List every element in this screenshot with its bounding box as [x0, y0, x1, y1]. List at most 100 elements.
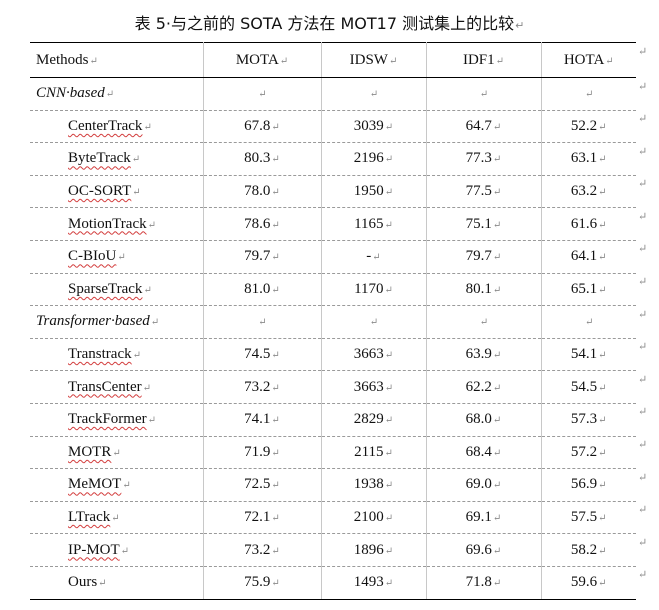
group-row: CNN·based↵ ↵ ↵ ↵ ↵ [30, 77, 636, 111]
table-row: MOTR↵ 71.9↵ 2115↵ 68.4↵ 57.2↵ [30, 436, 636, 470]
row-end-mark-icon: ↵ [638, 45, 648, 58]
comparison-table: Methods↵ MOTA↵ IDSW↵ IDF1↵ HOTA↵ CNN·bas… [30, 42, 636, 600]
empty-cell: ↵ [202, 77, 321, 111]
mota-value: 78.0↵ [202, 175, 321, 209]
table-row: ByteTrack↵ 80.3↵ 2196↵ 77.3↵ 63.1↵ [30, 142, 636, 176]
method-name: TrackFormer↵ [30, 403, 203, 437]
hota-value: 56.9↵ [540, 468, 636, 502]
method-name: ByteTrack↵ [30, 142, 203, 176]
table-row: MeMOT↵ 72.5↵ 1938↵ 69.0↵ 56.9↵ [30, 468, 636, 502]
method-name: C-BIoU↵ [30, 240, 203, 274]
row-end-mark-icon: ↵ [638, 276, 648, 289]
row-end-mark-icon: ↵ [638, 439, 648, 452]
idsw-value: 3039↵ [320, 110, 426, 144]
header-row: Methods↵ MOTA↵ IDSW↵ IDF1↵ HOTA↵ [30, 42, 636, 78]
table-row: SparseTrack↵ 81.0↵ 1170↵ 80.1↵ 65.1↵ [30, 273, 636, 307]
hota-value: 57.2↵ [540, 436, 636, 470]
caption-text: 表 5·与之前的 SOTA 方法在 MOT17 测试集上的比较 [134, 14, 515, 33]
idf1-value: 68.0↵ [425, 403, 541, 437]
table-row: TrackFormer↵ 74.1↵ 2829↵ 68.0↵ 57.3↵ [30, 403, 636, 437]
header-methods: Methods↵ [30, 42, 203, 78]
mota-value: 71.9↵ [202, 436, 321, 470]
idf1-value: 63.9↵ [425, 338, 541, 372]
idsw-value: 1170↵ [320, 273, 426, 307]
idf1-value: 62.2↵ [425, 370, 541, 404]
idsw-value: -↵ [320, 240, 426, 274]
idf1-value: 68.4↵ [425, 436, 541, 470]
table-row: Transtrack↵ 74.5↵ 3663↵ 63.9↵ 54.1↵ [30, 338, 636, 372]
empty-cell: ↵ [320, 77, 426, 111]
table-row: LTrack↵ 72.1↵ 2100↵ 69.1↵ 57.5↵ [30, 501, 636, 535]
idsw-value: 2196↵ [320, 142, 426, 176]
header-hota: HOTA↵ [540, 42, 636, 78]
idsw-value: 1493↵ [320, 566, 426, 600]
hota-value: 57.5↵ [540, 501, 636, 535]
idsw-value: 1938↵ [320, 468, 426, 502]
row-end-mark-icon: ↵ [638, 308, 648, 321]
hota-value: 63.1↵ [540, 142, 636, 176]
table-caption: 表 5·与之前的 SOTA 方法在 MOT17 测试集上的比较↵ [0, 10, 659, 34]
group-label: Transformer·based↵ [30, 305, 203, 339]
header-idsw: IDSW↵ [320, 42, 426, 78]
group-row: Transformer·based↵ ↵ ↵ ↵ ↵ [30, 305, 636, 339]
row-end-mark-icon: ↵ [638, 504, 648, 517]
row-end-mark-icon: ↵ [638, 113, 648, 126]
mota-value: 73.2↵ [202, 533, 321, 567]
mota-value: 79.7↵ [202, 240, 321, 274]
mota-value: 74.1↵ [202, 403, 321, 437]
idf1-value: 80.1↵ [425, 273, 541, 307]
row-end-mark-icon: ↵ [638, 243, 648, 256]
hota-value: 57.3↵ [540, 403, 636, 437]
table-row: TransCenter↵ 73.2↵ 3663↵ 62.2↵ 54.5↵ [30, 370, 636, 404]
row-end-mark-icon: ↵ [638, 341, 648, 354]
table-row: Ours↵ 75.9↵ 1493↵ 71.8↵ 59.6↵ [30, 566, 636, 600]
empty-cell: ↵ [202, 305, 321, 339]
mota-value: 72.5↵ [202, 468, 321, 502]
method-name: OC-SORT↵ [30, 175, 203, 209]
idsw-value: 2100↵ [320, 501, 426, 535]
method-name: CenterTrack↵ [30, 110, 203, 144]
hota-value: 61.6↵ [540, 207, 636, 241]
group-label: CNN·based↵ [30, 77, 203, 111]
idf1-value: 79.7↵ [425, 240, 541, 274]
method-name: LTrack↵ [30, 501, 203, 535]
method-name: TransCenter↵ [30, 370, 203, 404]
table-body: CNN·based↵ ↵ ↵ ↵ ↵ CenterTrack↵ 67.8↵ 3039↵ 64.7… [30, 77, 636, 600]
method-name: MotionTrack↵ [30, 207, 203, 241]
method-name: SparseTrack↵ [30, 273, 203, 307]
mota-value: 78.6↵ [202, 207, 321, 241]
row-end-mark-icon: ↵ [638, 145, 648, 158]
hota-value: 64.1↵ [540, 240, 636, 274]
method-name: MeMOT↵ [30, 468, 203, 502]
mota-value: 75.9↵ [202, 566, 321, 600]
table-row: IP-MOT↵ 73.2↵ 1896↵ 69.6↵ 58.2↵ [30, 533, 636, 567]
row-end-mark-icon: ↵ [638, 569, 648, 582]
header-idf1: IDF1↵ [425, 42, 541, 78]
empty-cell: ↵ [540, 305, 636, 339]
mota-value: 74.5↵ [202, 338, 321, 372]
method-name: IP-MOT↵ [30, 533, 203, 567]
paragraph-mark-icon: ↵ [515, 19, 525, 32]
row-end-mark-icon: ↵ [638, 80, 648, 93]
idf1-value: 77.3↵ [425, 142, 541, 176]
idf1-value: 77.5↵ [425, 175, 541, 209]
empty-cell: ↵ [425, 77, 541, 111]
table-row: OC-SORT↵ 78.0↵ 1950↵ 77.5↵ 63.2↵ [30, 175, 636, 209]
idsw-value: 3663↵ [320, 370, 426, 404]
row-end-mark-icon: ↵ [638, 178, 648, 191]
table-row: C-BIoU↵ 79.7↵ -↵ 79.7↵ 64.1↵ [30, 240, 636, 274]
row-end-mark-icon: ↵ [638, 210, 648, 223]
method-name: Transtrack↵ [30, 338, 203, 372]
row-end-mark-icon: ↵ [638, 373, 648, 386]
table-row: MotionTrack↵ 78.6↵ 1165↵ 75.1↵ 61.6↵ [30, 207, 636, 241]
idf1-value: 69.6↵ [425, 533, 541, 567]
table-row: CenterTrack↵ 67.8↵ 3039↵ 64.7↵ 52.2↵ [30, 110, 636, 144]
idsw-value: 2115↵ [320, 436, 426, 470]
hota-value: 52.2↵ [540, 110, 636, 144]
idsw-value: 1165↵ [320, 207, 426, 241]
idf1-value: 69.0↵ [425, 468, 541, 502]
idsw-value: 2829↵ [320, 403, 426, 437]
hota-value: 59.6↵ [540, 566, 636, 600]
idf1-value: 75.1↵ [425, 207, 541, 241]
empty-cell: ↵ [320, 305, 426, 339]
